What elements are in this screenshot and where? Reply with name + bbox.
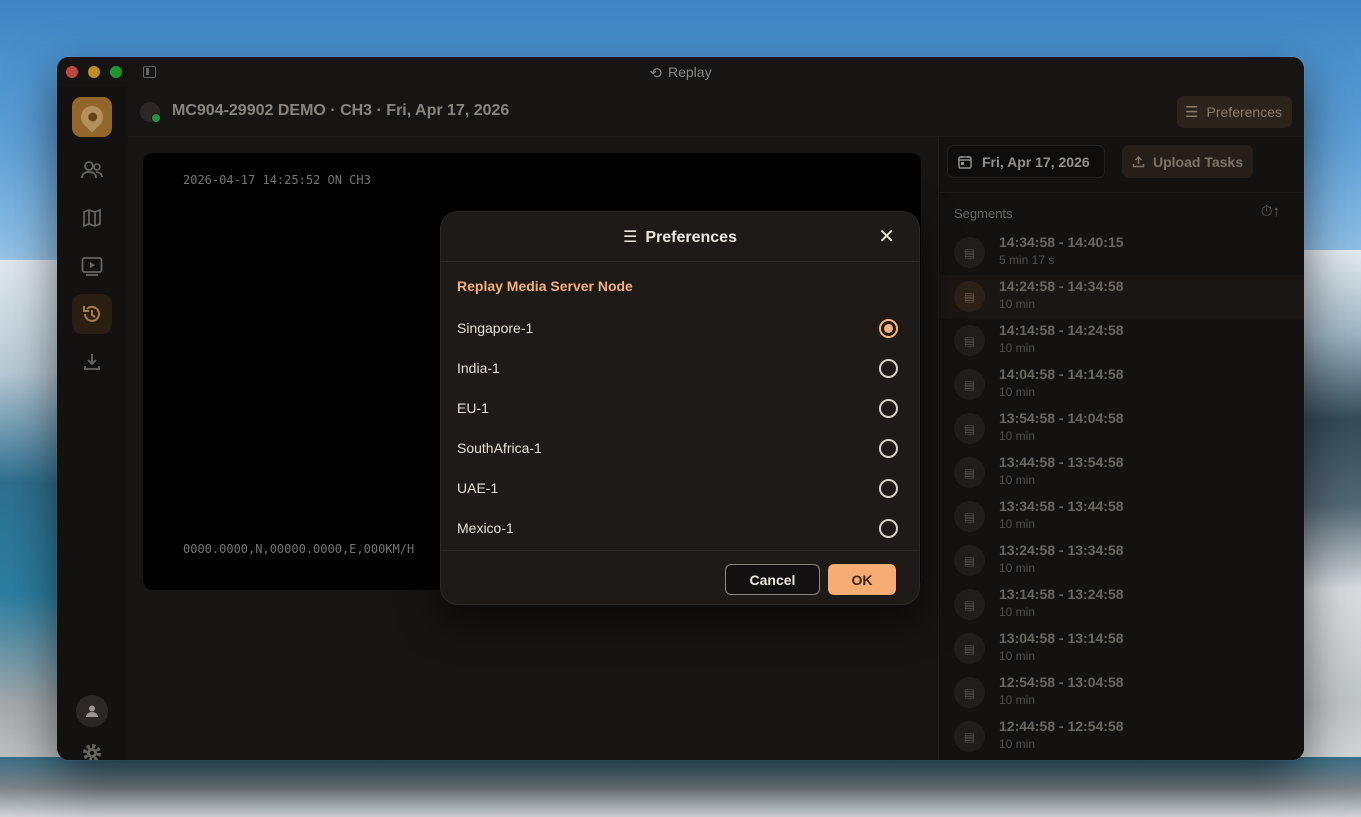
app-window: ⟲Replay MC904-29902 DEMO · CH3 · Fri, A <box>57 57 1304 760</box>
option-singapore-1[interactable]: Singapore-1 <box>441 309 919 349</box>
dialog-header: ☰ Preferences ✕ <box>441 212 919 262</box>
option-india-1[interactable]: India-1 <box>441 349 919 389</box>
radio-button[interactable] <box>879 439 898 458</box>
option-southafrica-1[interactable]: SouthAfrica-1 <box>441 429 919 469</box>
preferences-dialog: ☰ Preferences ✕ Replay Media Server Node … <box>440 211 920 605</box>
option-uae-1[interactable]: UAE-1 <box>441 469 919 509</box>
dialog-footer: Cancel OK <box>441 550 919 604</box>
section-heading: Replay Media Server Node <box>457 278 633 294</box>
radio-button[interactable] <box>879 359 898 378</box>
ok-button[interactable]: OK <box>828 564 896 595</box>
radio-button-selected[interactable] <box>879 319 898 338</box>
option-mexico-1[interactable]: Mexico-1 <box>441 509 919 549</box>
dialog-title: ☰ Preferences <box>623 229 737 246</box>
radio-button[interactable] <box>879 519 898 538</box>
radio-button[interactable] <box>879 479 898 498</box>
option-eu-1[interactable]: EU-1 <box>441 389 919 429</box>
sliders-icon: ☰ <box>623 229 638 246</box>
cancel-button[interactable]: Cancel <box>725 564 820 595</box>
desktop-wallpaper-bottom <box>0 757 1361 817</box>
radio-button[interactable] <box>879 399 898 418</box>
close-icon[interactable]: ✕ <box>878 224 895 249</box>
